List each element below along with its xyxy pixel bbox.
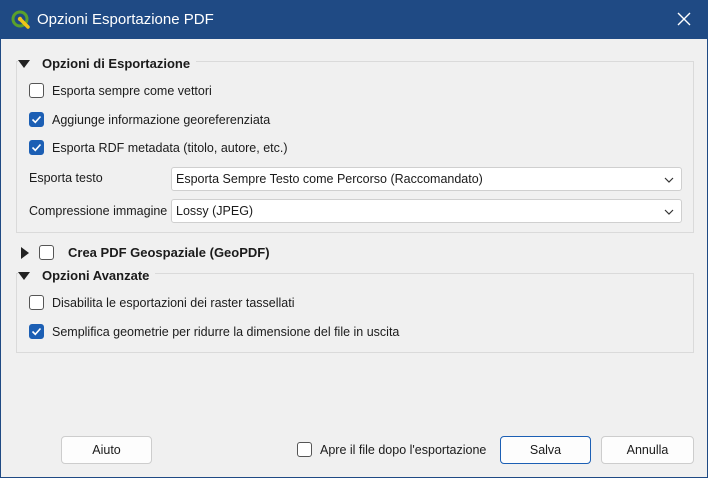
checkmark-icon (31, 327, 42, 336)
expand-arrow-icon[interactable] (21, 247, 29, 259)
image-compression-value: Lossy (JPEG) (176, 204, 254, 218)
checkbox-label: Esporta sempre come vettori (52, 83, 212, 98)
collapse-arrow-icon[interactable] (18, 271, 30, 280)
title-bar[interactable]: Opzioni Esportazione PDF (1, 1, 707, 39)
checkbox-box[interactable] (29, 112, 44, 127)
advanced-options-group (16, 273, 694, 353)
disable-tiled-raster-checkbox[interactable]: Disabilita le esportazioni dei raster ta… (29, 295, 294, 310)
checkbox-label: Aggiunge informazione georeferenziata (52, 112, 271, 127)
image-compression-label: Compressione immagine (29, 204, 168, 218)
window-title: Opzioni Esportazione PDF (37, 11, 214, 28)
checkbox-box[interactable] (297, 442, 312, 457)
text-export-select[interactable]: Esporta Sempre Testo come Percorso (Racc… (171, 167, 682, 191)
collapse-arrow-icon[interactable] (18, 59, 30, 68)
close-button[interactable] (661, 1, 707, 39)
rdf-metadata-checkbox[interactable]: Esporta RDF metadata (titolo, autore, et… (29, 140, 288, 155)
simplify-geometries-checkbox[interactable]: Semplifica geometrie per ridurre la dime… (29, 324, 399, 339)
geopdf-header[interactable]: Crea PDF Geospaziale (GeoPDF) (21, 245, 276, 261)
text-export-value: Esporta Sempre Testo come Percorso (Racc… (176, 172, 483, 186)
chevron-down-icon (663, 174, 675, 186)
close-icon (677, 12, 691, 29)
cancel-button-label: Annulla (626, 443, 669, 457)
open-after-export-checkbox[interactable]: Apre il file dopo l'esportazione (297, 442, 486, 457)
geopdf-checkbox[interactable] (39, 245, 54, 260)
qgis-icon (11, 10, 31, 30)
checkbox-box[interactable] (29, 140, 44, 155)
export-options-header[interactable]: Opzioni di Esportazione (18, 56, 197, 71)
checkbox-label: Esporta RDF metadata (titolo, autore, et… (52, 140, 288, 155)
text-export-label: Esporta testo (29, 171, 103, 185)
checkbox-label: Semplifica geometrie per ridurre la dime… (52, 324, 400, 339)
pdf-export-dialog: Opzioni Esportazione PDF Opzioni di Espo… (0, 0, 708, 478)
checkbox-label: Disabilita le esportazioni dei raster ta… (52, 295, 295, 310)
checkmark-icon (31, 115, 42, 124)
checkbox-box[interactable] (29, 324, 44, 339)
geopdf-label: Crea PDF Geospaziale (GeoPDF) (68, 245, 270, 260)
help-button-label: Aiuto (92, 443, 121, 457)
georeference-checkbox[interactable]: Aggiunge informazione georeferenziata (29, 112, 270, 127)
always-vector-checkbox[interactable]: Esporta sempre come vettori (29, 83, 212, 98)
cancel-button[interactable]: Annulla (601, 436, 694, 464)
advanced-options-header[interactable]: Opzioni Avanzate (18, 268, 156, 283)
help-button[interactable]: Aiuto (61, 436, 152, 464)
checkbox-box[interactable] (29, 295, 44, 310)
chevron-down-icon (663, 206, 675, 218)
image-compression-select[interactable]: Lossy (JPEG) (171, 199, 682, 223)
checkbox-label: Apre il file dopo l'esportazione (320, 442, 487, 457)
save-button-label: Salva (529, 443, 562, 457)
advanced-options-title: Opzioni Avanzate (42, 268, 150, 283)
checkbox-box[interactable] (29, 83, 44, 98)
checkmark-icon (31, 143, 42, 152)
save-button[interactable]: Salva (500, 436, 591, 464)
export-options-title: Opzioni di Esportazione (42, 56, 191, 71)
